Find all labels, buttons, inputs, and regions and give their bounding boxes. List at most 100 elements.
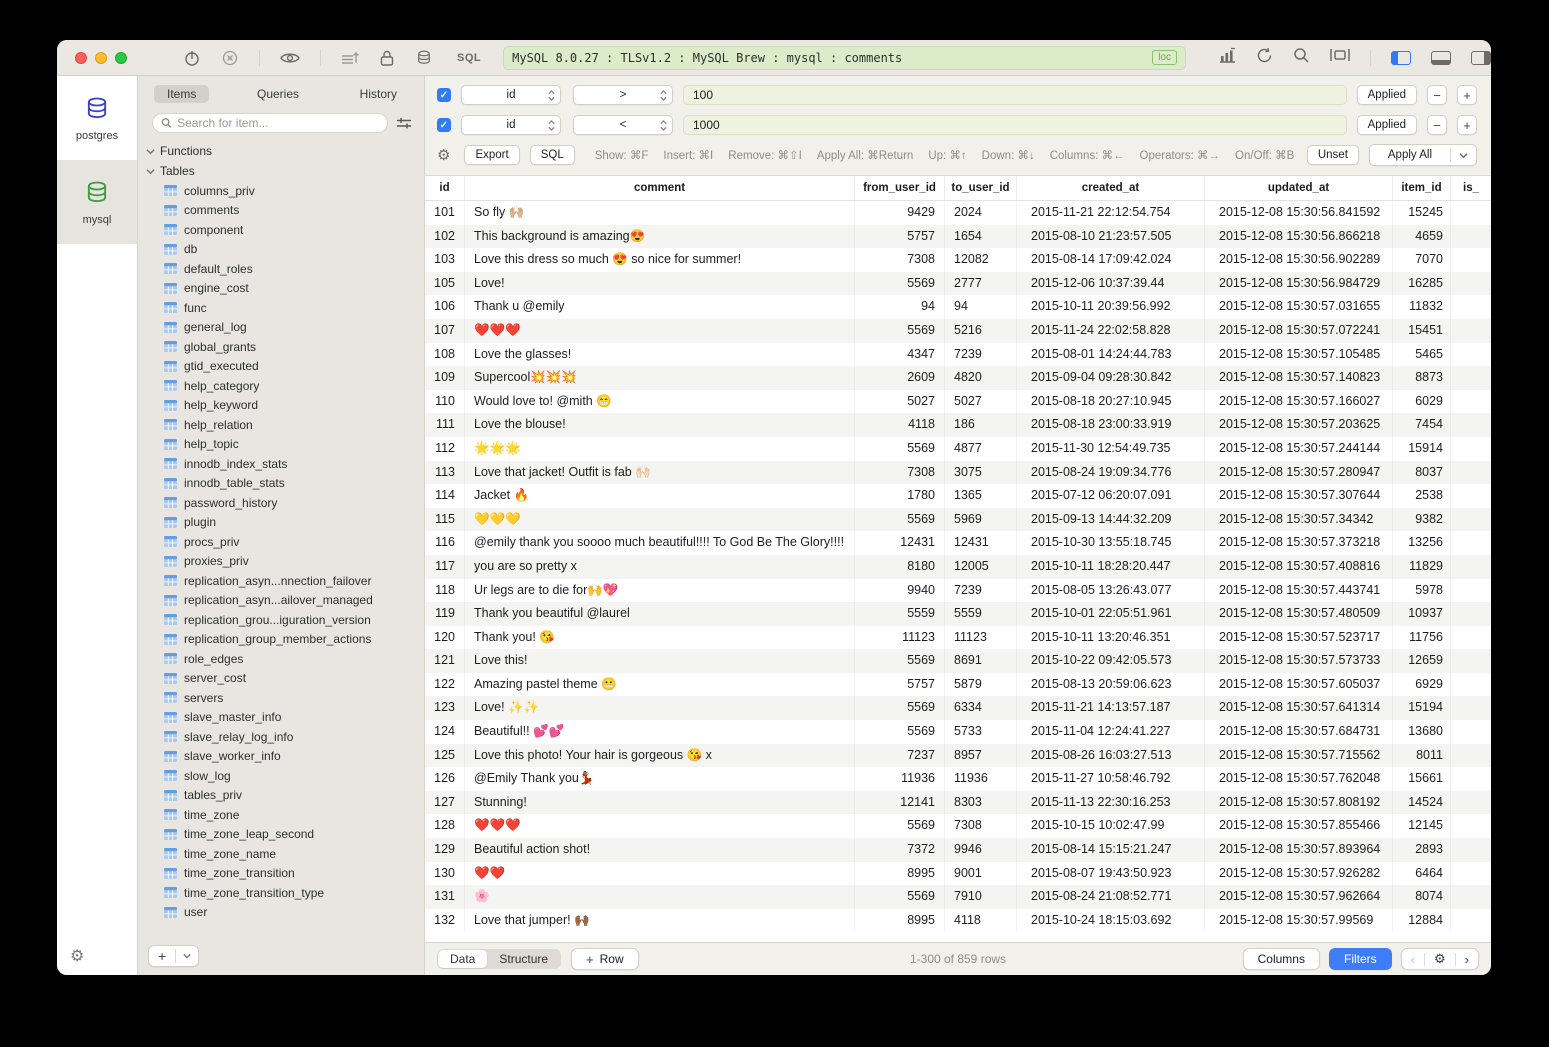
cell-comment[interactable]: you are so pretty x	[465, 555, 855, 579]
cell-to-user-id[interactable]: 1365	[945, 484, 1017, 508]
cell-created-at[interactable]: 2015-08-26 16:03:27.513	[1017, 744, 1205, 768]
cell-from-user-id[interactable]: 2609	[855, 366, 945, 390]
cell-to-user-id[interactable]: 12005	[945, 555, 1017, 579]
cell-created-at[interactable]: 2015-10-11 20:39:56.992	[1017, 295, 1205, 319]
cell-id[interactable]: 129	[425, 838, 465, 862]
cell-id[interactable]: 125	[425, 744, 465, 768]
cell-comment[interactable]: Love this!	[465, 649, 855, 673]
add-filter-button[interactable]: +	[1457, 115, 1477, 135]
table-row[interactable]: 118 Ur legs are to die for🙌💖 9940 7239 2…	[425, 579, 1491, 603]
cell-created-at[interactable]: 2015-08-10 21:23:57.505	[1017, 225, 1205, 249]
cell-is[interactable]	[1451, 225, 1491, 249]
cell-from-user-id[interactable]: 4118	[855, 413, 945, 437]
filters-button[interactable]: Filters	[1329, 948, 1392, 970]
cell-is[interactable]	[1451, 909, 1491, 933]
table-row[interactable]: 124 Beautiful!! 💕💕 5569 5733 2015-11-04 …	[425, 720, 1491, 744]
cell-created-at[interactable]: 2015-11-13 22:30:16.253	[1017, 791, 1205, 815]
cell-is[interactable]	[1451, 814, 1491, 838]
table-row[interactable]: 126 @Emily Thank you💃🏽 11936 11936 2015-…	[425, 767, 1491, 791]
cell-to-user-id[interactable]: 7239	[945, 579, 1017, 603]
add-row-button[interactable]: + Row	[571, 948, 639, 970]
cell-created-at[interactable]: 2015-11-04 12:24:41.227	[1017, 720, 1205, 744]
cell-id[interactable]: 112	[425, 437, 465, 461]
table-row[interactable]: 108 Love the glasses! 4347 7239 2015-08-…	[425, 343, 1491, 367]
cell-to-user-id[interactable]: 186	[945, 413, 1017, 437]
table-row[interactable]: 127 Stunning! 12141 8303 2015-11-13 22:3…	[425, 791, 1491, 815]
sidebar-table-item[interactable]: engine_cost	[138, 279, 424, 299]
cell-comment[interactable]: Love the blouse!	[465, 413, 855, 437]
filter-enabled-checkbox[interactable]: ✓	[437, 118, 451, 132]
cell-from-user-id[interactable]: 1780	[855, 484, 945, 508]
cell-comment[interactable]: Stunning!	[465, 791, 855, 815]
cell-from-user-id[interactable]: 5569	[855, 885, 945, 909]
cell-to-user-id[interactable]: 3075	[945, 461, 1017, 485]
cell-is[interactable]	[1451, 673, 1491, 697]
chart-icon[interactable]	[1218, 47, 1236, 68]
cell-is[interactable]	[1451, 319, 1491, 343]
cell-is[interactable]	[1451, 201, 1491, 225]
disconnect-icon[interactable]	[221, 49, 239, 67]
table-row[interactable]: 113 Love that jacket! Outfit is fab 🙌🏻 7…	[425, 461, 1491, 485]
cell-item-id[interactable]: 12659	[1393, 649, 1451, 673]
cell-created-at[interactable]: 2015-09-04 09:28:30.842	[1017, 366, 1205, 390]
cell-to-user-id[interactable]: 11936	[945, 767, 1017, 791]
cell-comment[interactable]: 🌟🌟🌟	[465, 437, 855, 461]
cell-created-at[interactable]: 2015-07-12 06:20:07.091	[1017, 484, 1205, 508]
cell-updated-at[interactable]: 2015-12-08 15:30:57.762048	[1205, 767, 1393, 791]
sidebar-table-item[interactable]: time_zone_name	[138, 844, 424, 864]
cell-to-user-id[interactable]: 8303	[945, 791, 1017, 815]
tab-history[interactable]: History	[347, 85, 410, 103]
cell-from-user-id[interactable]: 7237	[855, 744, 945, 768]
cell-is[interactable]	[1451, 295, 1491, 319]
cell-updated-at[interactable]: 2015-12-08 15:30:57.855466	[1205, 814, 1393, 838]
sidebar-table-item[interactable]: replication_group_member_actions	[138, 630, 424, 650]
cell-comment[interactable]: Love this dress so much 😍 so nice for su…	[465, 248, 855, 272]
sidebar-table-item[interactable]: servers	[138, 688, 424, 708]
sidebar-table-item[interactable]: func	[138, 298, 424, 318]
column-header-comment[interactable]: comment	[465, 176, 855, 200]
cell-is[interactable]	[1451, 555, 1491, 579]
sidebar-table-item[interactable]: slave_worker_info	[138, 747, 424, 767]
cell-item-id[interactable]: 2893	[1393, 838, 1451, 862]
cell-item-id[interactable]: 6464	[1393, 862, 1451, 886]
table-row[interactable]: 103 Love this dress so much 😍 so nice fo…	[425, 248, 1491, 272]
cell-to-user-id[interactable]: 7239	[945, 343, 1017, 367]
cell-to-user-id[interactable]: 5216	[945, 319, 1017, 343]
sidebar-table-item[interactable]: proxies_priv	[138, 552, 424, 572]
sidebar-table-item[interactable]: global_grants	[138, 337, 424, 357]
table-row[interactable]: 110 Would love to! @mith 😁 5027 5027 201…	[425, 390, 1491, 414]
cell-created-at[interactable]: 2015-11-21 14:13:57.187	[1017, 696, 1205, 720]
cell-to-user-id[interactable]: 4877	[945, 437, 1017, 461]
cell-updated-at[interactable]: 2015-12-08 15:30:56.984729	[1205, 272, 1393, 296]
cell-created-at[interactable]: 2015-08-18 20:27:10.945	[1017, 390, 1205, 414]
cell-item-id[interactable]: 6929	[1393, 673, 1451, 697]
cell-to-user-id[interactable]: 94	[945, 295, 1017, 319]
cell-id[interactable]: 107	[425, 319, 465, 343]
cell-id[interactable]: 101	[425, 201, 465, 225]
cell-comment[interactable]: Thank you beautiful @laurel	[465, 602, 855, 626]
cell-id[interactable]: 106	[425, 295, 465, 319]
table-row[interactable]: 106 Thank u @emily 94 94 2015-10-11 20:3…	[425, 295, 1491, 319]
filter-field-select[interactable]: id	[461, 85, 561, 105]
unset-button[interactable]: Unset	[1307, 145, 1359, 165]
table-row[interactable]: 121 Love this! 5569 8691 2015-10-22 09:4…	[425, 649, 1491, 673]
table-row[interactable]: 130 ❤️❤️ 8995 9001 2015-08-07 19:43:50.9…	[425, 862, 1491, 886]
cell-from-user-id[interactable]: 5569	[855, 649, 945, 673]
cell-item-id[interactable]: 5465	[1393, 343, 1451, 367]
cell-is[interactable]	[1451, 696, 1491, 720]
section-tables[interactable]: Tables	[138, 161, 424, 181]
cell-item-id[interactable]: 13680	[1393, 720, 1451, 744]
cell-comment[interactable]: 🌸	[465, 885, 855, 909]
cell-created-at[interactable]: 2015-09-13 14:44:32.209	[1017, 508, 1205, 532]
table-row[interactable]: 107 ❤️❤️❤️ 5569 5216 2015-11-24 22:02:58…	[425, 319, 1491, 343]
table-row[interactable]: 131 🌸 5569 7910 2015-08-24 21:08:52.771 …	[425, 885, 1491, 909]
table-row[interactable]: 117 you are so pretty x 8180 12005 2015-…	[425, 555, 1491, 579]
sidebar-table-item[interactable]: columns_priv	[138, 181, 424, 201]
sidebar-table-item[interactable]: replication_asyn...ailover_managed	[138, 591, 424, 611]
cell-updated-at[interactable]: 2015-12-08 15:30:57.926282	[1205, 862, 1393, 886]
cell-updated-at[interactable]: 2015-12-08 15:30:57.480509	[1205, 602, 1393, 626]
filter-sliders-icon[interactable]	[396, 116, 412, 130]
table-row[interactable]: 112 🌟🌟🌟 5569 4877 2015-11-30 12:54:49.73…	[425, 437, 1491, 461]
cell-item-id[interactable]: 8873	[1393, 366, 1451, 390]
sidebar-table-item[interactable]: db	[138, 240, 424, 260]
